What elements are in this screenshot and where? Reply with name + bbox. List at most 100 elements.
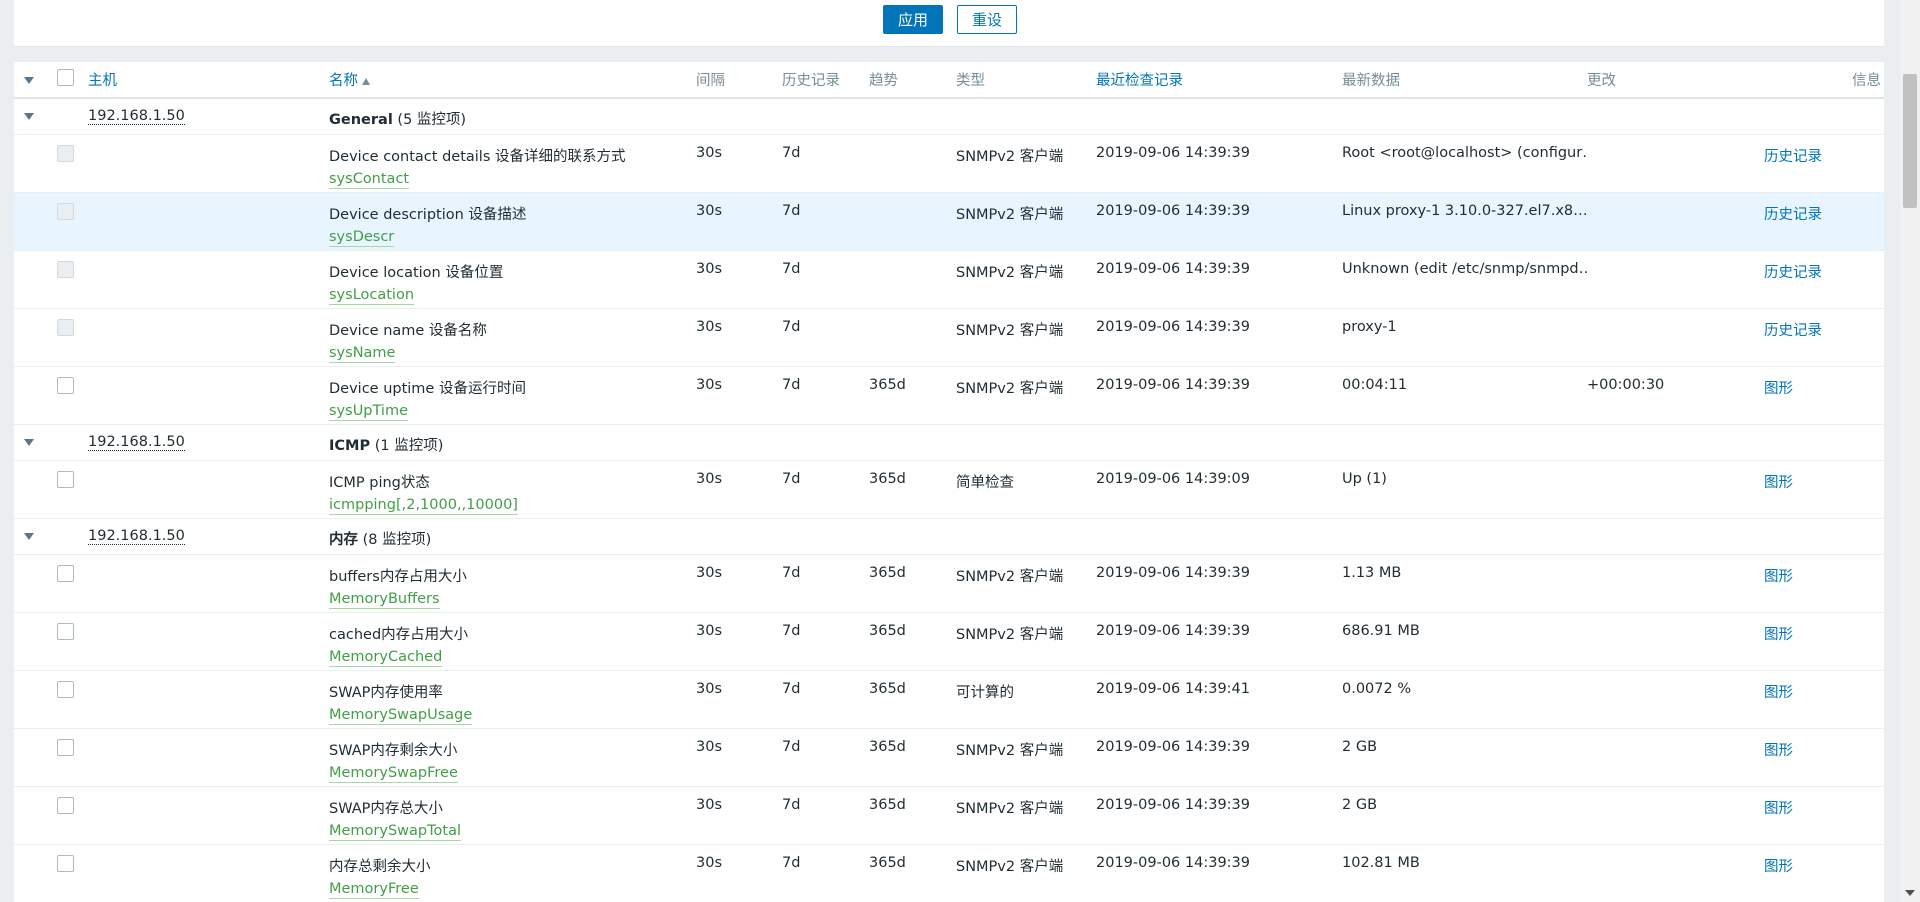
item-type: SNMPv2 客户端 [956, 206, 1064, 223]
item-last-check: 2019-09-06 14:39:41 [1096, 680, 1250, 697]
item-trends: 365d [869, 854, 906, 871]
item-action-link[interactable]: 图形 [1764, 569, 1793, 585]
group-toggle[interactable] [14, 424, 57, 461]
item-last-value: 686.91 MB [1342, 622, 1420, 639]
item-key-link[interactable]: icmpping[,2,1000,,10000] [329, 496, 518, 515]
item-checkbox[interactable] [57, 796, 74, 814]
item-checkbox[interactable] [57, 738, 74, 756]
item-last-value: Up (1) [1342, 470, 1387, 487]
item-action-link[interactable]: 图形 [1764, 859, 1793, 875]
item-key-link[interactable]: MemorySwapFree [329, 764, 458, 783]
item-interval: 30s [696, 144, 723, 161]
group-name: General [329, 112, 393, 128]
item-last-value: 102.81 MB [1342, 854, 1420, 871]
item-checkbox[interactable] [57, 376, 74, 394]
item-name: Device location 设备位置 [329, 264, 504, 281]
page-scrollbar[interactable] [1900, 0, 1920, 902]
item-last-value: Linux proxy-1 3.10.0-327.el7.x8… [1342, 202, 1587, 219]
item-action-link[interactable]: 图形 [1764, 685, 1793, 701]
group-item-count: (1 监控项) [374, 437, 444, 454]
item-name: cached内存占用大小 [329, 626, 469, 643]
item-interval: 30s [696, 738, 723, 755]
item-last-check: 2019-09-06 14:39:09 [1096, 470, 1250, 487]
item-type: SNMPv2 客户端 [956, 568, 1064, 585]
item-checkbox[interactable] [57, 680, 74, 698]
item-action-link[interactable]: 图形 [1764, 627, 1793, 643]
collapse-arrow-icon [24, 76, 34, 84]
item-action-link[interactable]: 历史记录 [1764, 149, 1822, 165]
item-action-link[interactable]: 图形 [1764, 381, 1793, 397]
item-key-link[interactable]: MemoryBuffers [329, 590, 440, 609]
item-type: SNMPv2 客户端 [956, 322, 1064, 339]
header-host[interactable]: 主机 [88, 62, 329, 99]
item-name: ICMP ping状态 [329, 474, 430, 491]
header-name[interactable]: 名称 [329, 62, 696, 99]
item-action-link[interactable]: 历史记录 [1764, 207, 1822, 223]
item-name: buffers内存占用大小 [329, 568, 467, 585]
reset-button[interactable]: 重设 [957, 5, 1017, 34]
table-header-row: 主机 名称 间隔 历史记录 趋势 类型 最近检查记录 最新数据 更改 信息 [14, 62, 1884, 99]
group-host-link[interactable]: 192.168.1.50 [88, 433, 185, 451]
group-host-link[interactable]: 192.168.1.50 [88, 108, 185, 125]
group-row: 192.168.1.50 General (5 监控项) [14, 98, 1884, 135]
item-type: SNMPv2 客户端 [956, 380, 1064, 397]
item-key-link[interactable]: MemoryCached [329, 648, 443, 667]
item-key-link[interactable]: sysDescr [329, 228, 395, 247]
table-row: buffers内存占用大小 MemoryBuffers 30s 7d 365d S… [14, 554, 1884, 613]
item-checkbox[interactable] [57, 470, 74, 488]
group-toggle[interactable] [14, 518, 57, 555]
item-key-link[interactable]: MemoryFree [329, 880, 419, 899]
item-name: Device name 设备名称 [329, 322, 487, 339]
item-name: SWAP内存使用率 [329, 684, 443, 701]
filter-panel: 应用 重设 [14, 0, 1884, 47]
item-history: 7d [782, 470, 801, 487]
item-change: +00:00:30 [1587, 376, 1665, 393]
item-trends: 365d [869, 796, 906, 813]
table-row: 内存总剩余大小 MemoryFree 30s 7d 365d SNMPv2 客户端… [14, 844, 1884, 902]
scrollbar-thumb[interactable] [1903, 74, 1917, 208]
item-name: Device uptime 设备运行时间 [329, 380, 526, 397]
sort-asc-icon [362, 78, 370, 85]
item-type: 简单检查 [956, 474, 1014, 491]
item-key-link[interactable]: sysLocation [329, 286, 415, 305]
item-checkbox[interactable] [57, 854, 74, 872]
item-checkbox[interactable] [57, 564, 74, 582]
group-row: 192.168.1.50 内存 (8 监控项) [14, 518, 1884, 555]
group-toggle[interactable] [14, 98, 57, 135]
table-row: Device contact details 设备详细的联系方式 sysConta… [14, 134, 1884, 193]
item-last-check: 2019-09-06 14:39:39 [1096, 376, 1250, 393]
item-action-link[interactable]: 历史记录 [1764, 323, 1822, 339]
item-type: SNMPv2 客户端 [956, 148, 1064, 165]
item-action-link[interactable]: 历史记录 [1764, 265, 1822, 281]
group-item-count: (5 监控项) [397, 112, 467, 128]
group-row: 192.168.1.50 ICMP (1 监控项) [14, 424, 1884, 461]
select-all-checkbox[interactable] [57, 69, 74, 86]
item-key-link[interactable]: sysName [329, 344, 396, 363]
header-last-check[interactable]: 最近检查记录 [1096, 62, 1342, 99]
header-info: 信息 [1852, 62, 1884, 99]
item-checkbox[interactable] [57, 622, 74, 640]
item-key-link[interactable]: sysContact [329, 170, 410, 189]
item-last-value: Root <root@localhost> (configur… [1342, 144, 1587, 161]
item-history: 7d [782, 796, 801, 813]
item-type: 可计算的 [956, 684, 1014, 701]
item-trends: 365d [869, 622, 906, 639]
item-history: 7d [782, 622, 801, 639]
apply-button[interactable]: 应用 [883, 5, 943, 34]
item-key-link[interactable]: MemorySwapTotal [329, 822, 461, 841]
item-last-value: 2 GB [1342, 796, 1378, 813]
item-key-link[interactable]: sysUpTime [329, 402, 408, 421]
item-trends: 365d [869, 564, 906, 581]
scroll-down-arrow-icon[interactable] [1905, 890, 1915, 896]
table-row: Device description 设备描述 sysDescr 30s 7d S… [14, 192, 1884, 251]
group-host-link[interactable]: 192.168.1.50 [88, 527, 185, 545]
item-action-link[interactable]: 图形 [1764, 475, 1793, 491]
table-row: ICMP ping状态 icmpping[,2,1000,,10000] 30s … [14, 460, 1884, 519]
item-interval: 30s [696, 854, 723, 871]
item-key-link[interactable]: MemorySwapUsage [329, 706, 473, 725]
item-action-link[interactable]: 图形 [1764, 801, 1793, 817]
item-action-link[interactable]: 图形 [1764, 743, 1793, 759]
item-interval: 30s [696, 796, 723, 813]
collapse-all-toggle[interactable] [14, 62, 57, 99]
item-last-check: 2019-09-06 14:39:39 [1096, 854, 1250, 871]
